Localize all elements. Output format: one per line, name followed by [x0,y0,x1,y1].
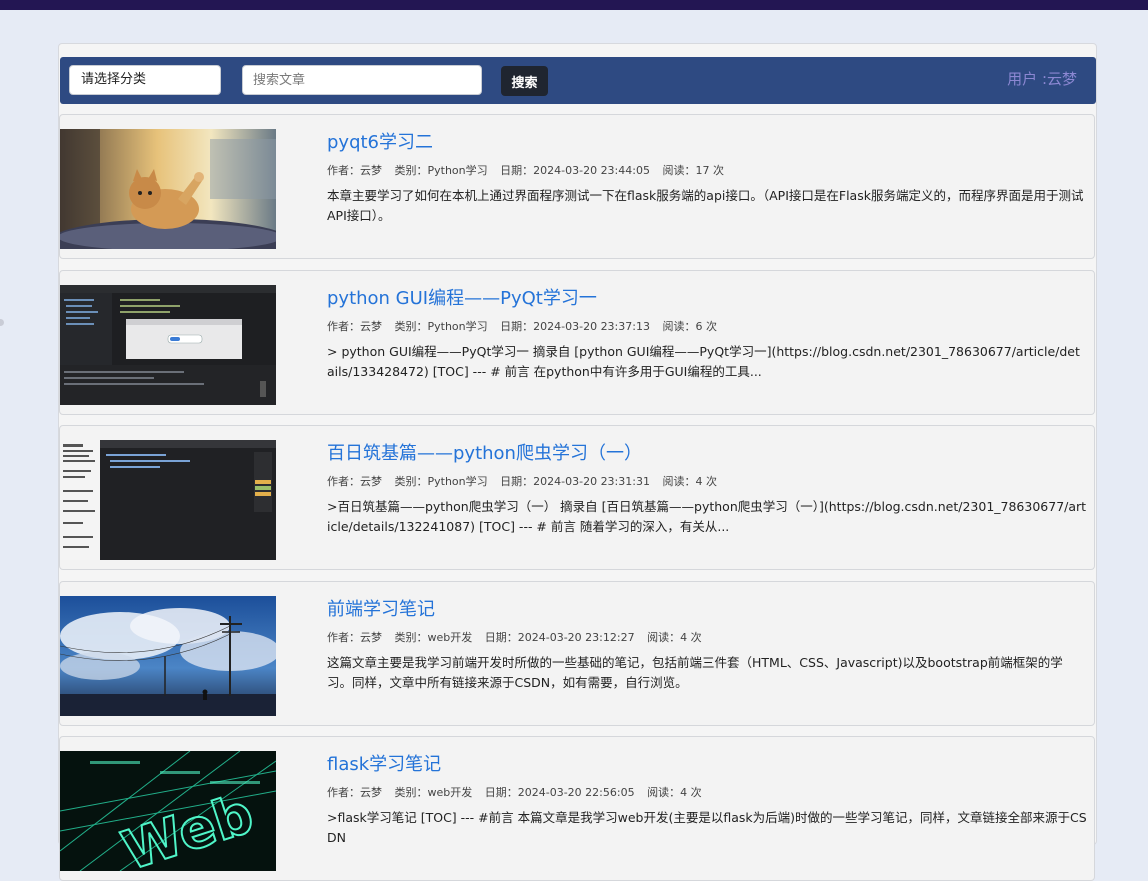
article-views: 阅读：4 次 [662,475,717,488]
article-category: 类别：web开发 [394,786,473,799]
article-card: 前端学习笔记 作者：云梦 类别：web开发 日期：2024-03-20 23:1… [59,581,1095,726]
article-category: 类别：Python学习 [394,320,488,333]
article-date: 日期：2024-03-20 23:37:13 [500,320,650,333]
article-author: 作者：云梦 [327,786,382,799]
search-navbar: 请选择分类 搜索 用户 :云梦 [60,57,1096,104]
article-category: 类别：web开发 [394,631,473,644]
search-button[interactable]: 搜索 [501,66,548,96]
article-summary: >百日筑基篇——python爬虫学习（一） 摘录自 [百日筑基篇——python… [327,499,1087,534]
article-author: 作者：云梦 [327,475,382,488]
article-summary: 这篇文章主要是我学习前端开发时所做的一些基础的笔记，包括前端三件套（HTML、C… [327,655,1063,690]
article-category: 类别：Python学习 [394,475,488,488]
article-thumbnail-ide[interactable] [60,285,276,405]
article-date: 日期：2024-03-20 23:12:27 [484,631,635,644]
article-date: 日期：2024-03-20 22:56:05 [484,786,635,799]
article-views: 阅读：6 次 [662,320,717,333]
article-date: 日期：2024-03-20 23:44:05 [500,164,650,177]
article-summary: 本章主要学习了如何在本机上通过界面程序测试一下在flask服务端的api接口。（… [327,188,1084,223]
main-container: 请选择分类 搜索 用户 :云梦 [58,43,1097,881]
article-thumbnail-web[interactable]: Web [60,751,276,871]
article-card: pyqt6学习二 作者：云梦 类别：Python学习 日期：2024-03-20… [59,114,1095,259]
article-title[interactable]: 前端学习笔记 [327,595,435,621]
article-meta: 作者：云梦 类别：web开发 日期：2024-03-20 23:12:27 阅读… [327,629,711,645]
article-category: 类别：Python学习 [394,164,488,177]
article-meta: 作者：云梦 类别：Python学习 日期：2024-03-20 23:44:05… [327,162,733,178]
article-thumbnail-cat[interactable] [60,129,276,249]
category-select[interactable]: 请选择分类 [69,65,221,95]
top-bar [0,0,1148,10]
article-meta: 作者：云梦 类别：web开发 日期：2024-03-20 22:56:05 阅读… [327,784,711,800]
article-views: 阅读：17 次 [662,164,724,177]
article-title[interactable]: pyqt6学习二 [327,128,433,154]
article-views: 阅读：4 次 [647,631,702,644]
article-title[interactable]: flask学习笔记 [327,750,441,776]
article-title[interactable]: 百日筑基篇——python爬虫学习（一） [327,439,642,465]
side-indicator [0,319,4,326]
article-card: python GUI编程——PyQt学习一 作者：云梦 类别：Python学习 … [59,270,1095,415]
article-summary: > python GUI编程——PyQt学习一 摘录自 [python GUI编… [327,344,1080,379]
article-card: 百日筑基篇——python爬虫学习（一） 作者：云梦 类别：Python学习 日… [59,425,1095,570]
article-card: Web flask学习笔记 作者：云梦 类别：web开发 日期：2024-03-… [59,736,1095,881]
article-summary: >flask学习笔记 [TOC] --- #前言 本篇文章是我学习web开发(主… [327,810,1087,845]
article-meta: 作者：云梦 类别：Python学习 日期：2024-03-20 23:37:13… [327,318,726,334]
user-label[interactable]: 用户 :云梦 [1007,68,1077,89]
article-views: 阅读：4 次 [647,786,702,799]
article-title[interactable]: python GUI编程——PyQt学习一 [327,284,597,310]
article-thumbnail-sky[interactable] [60,596,276,716]
article-author: 作者：云梦 [327,631,382,644]
article-date: 日期：2024-03-20 23:31:31 [500,475,650,488]
article-author: 作者：云梦 [327,320,382,333]
search-input[interactable] [242,65,482,95]
article-author: 作者：云梦 [327,164,382,177]
article-meta: 作者：云梦 类别：Python学习 日期：2024-03-20 23:31:31… [327,473,726,489]
article-thumbnail-devtools[interactable] [60,440,276,560]
